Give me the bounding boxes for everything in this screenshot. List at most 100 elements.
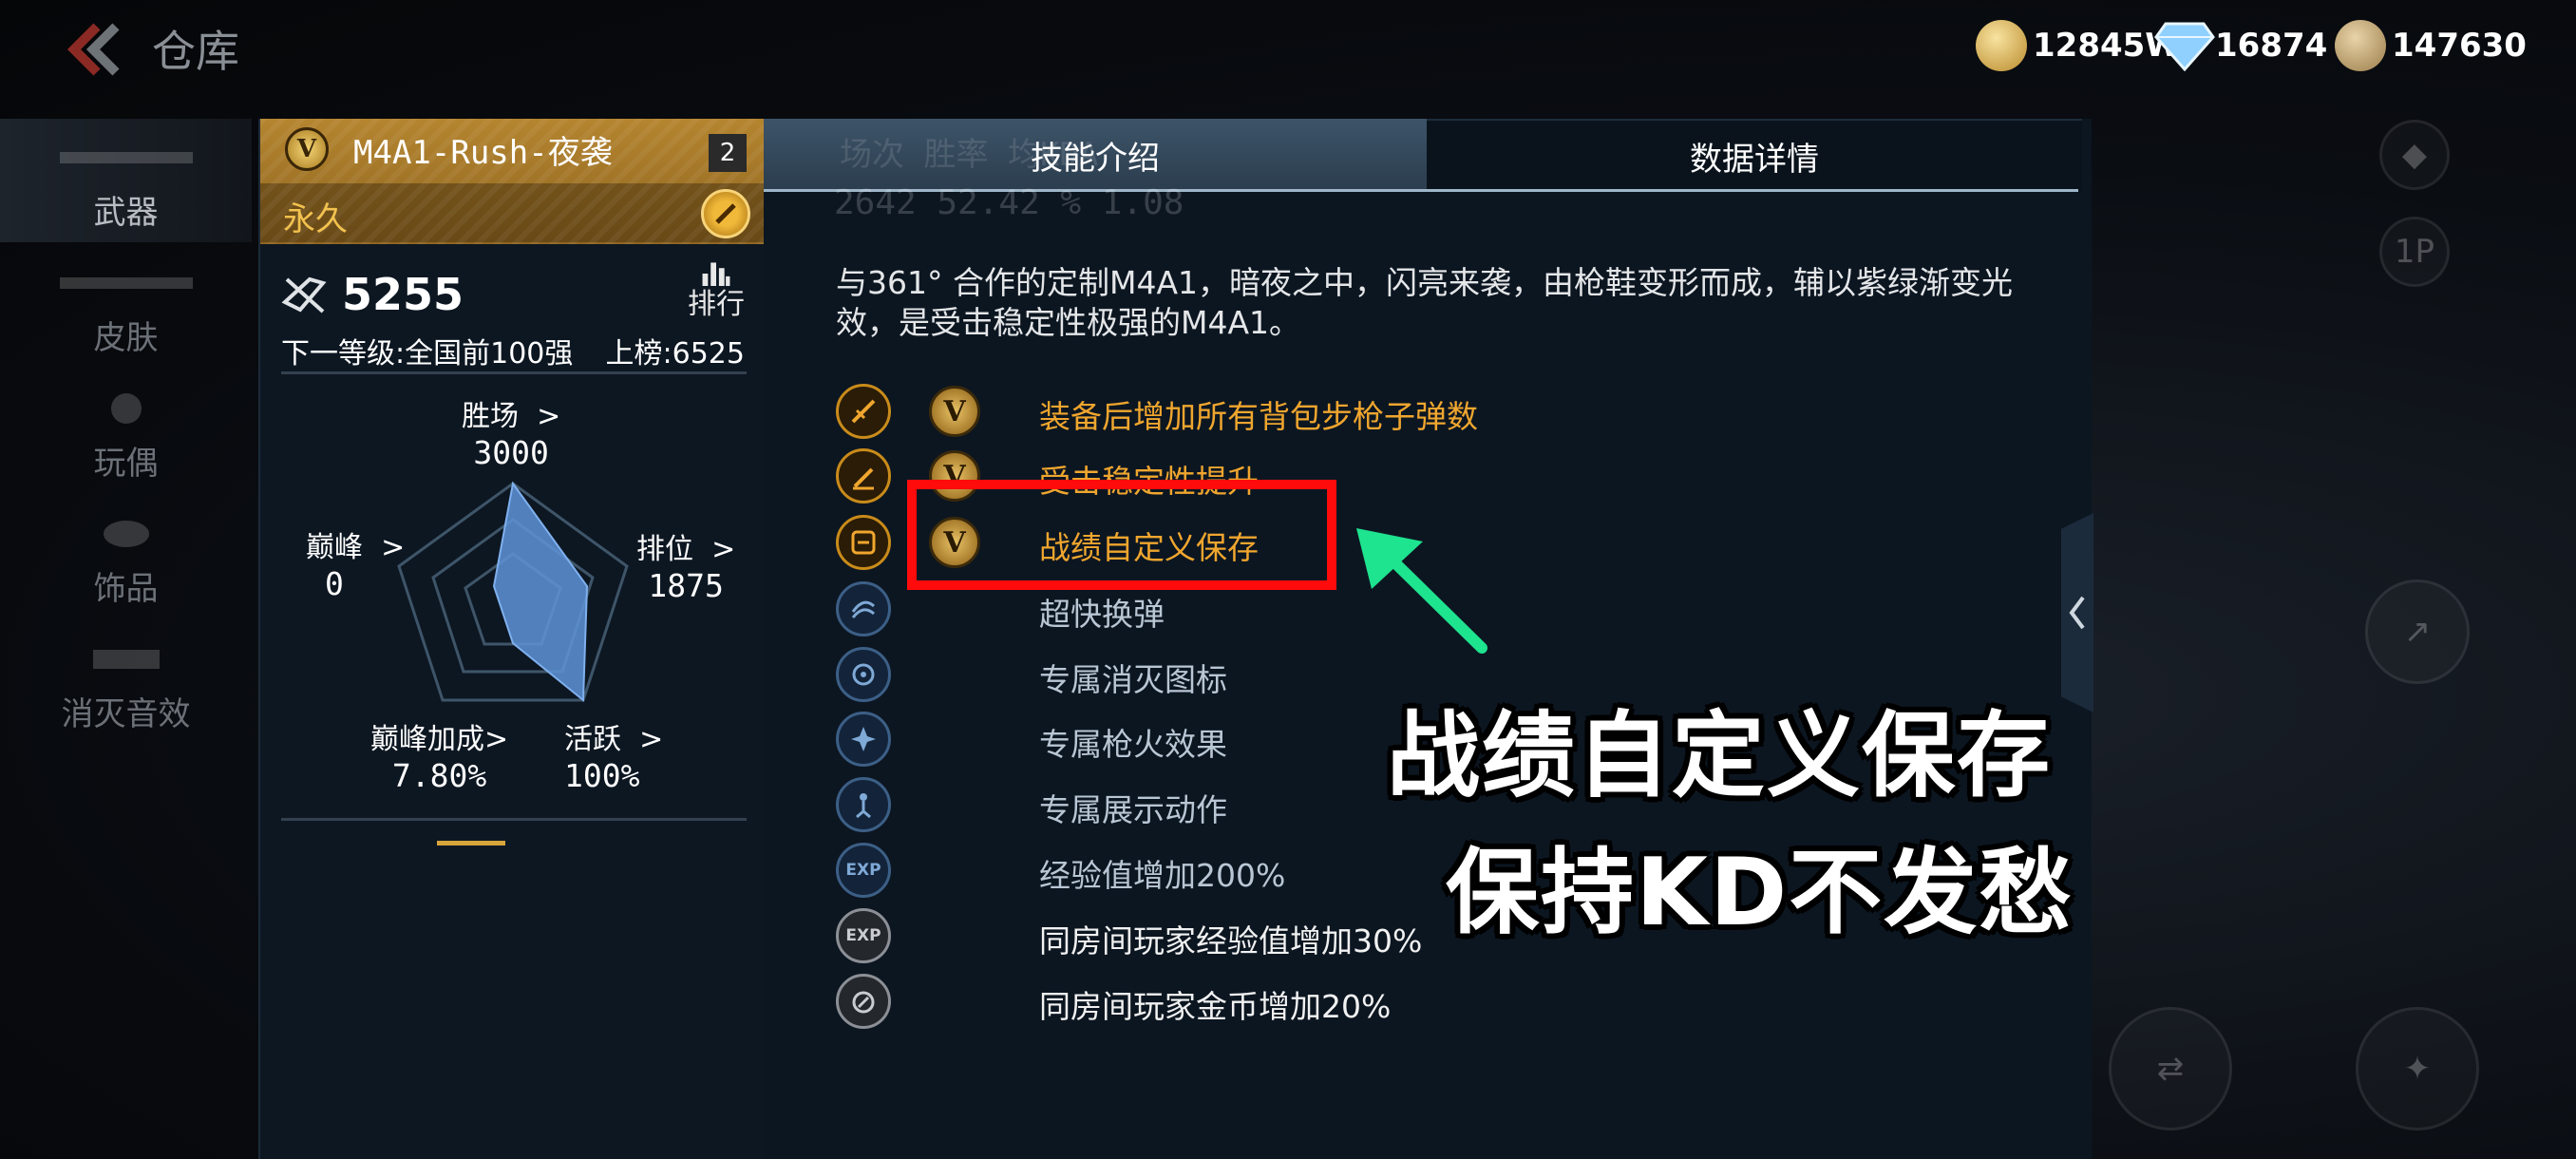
diamond-balance[interactable]: 16874 — [2154, 17, 2327, 74]
peak-bonus-label: 巅峰加成 — [370, 723, 484, 756]
coin-icon — [836, 974, 891, 1029]
skill-label: 同房间玩家金币增加20% — [1039, 988, 1392, 1025]
stats-radar — [397, 481, 629, 703]
swap-icon[interactable]: ⇄ — [2109, 1007, 2232, 1130]
nav-item-weapons[interactable]: 武器 — [0, 119, 252, 242]
ranked-value: 1875 — [648, 567, 724, 604]
nav-label: 武器 — [93, 194, 159, 232]
collapse-handle[interactable] — [2061, 513, 2093, 712]
diamond-icon — [2154, 22, 2215, 71]
view-toggle-button[interactable]: 1P — [2379, 217, 2450, 287]
stat-wins[interactable]: 胜场 > 3000 — [462, 392, 560, 471]
caption-line-2: 保持KD不发愁 — [1446, 839, 2074, 947]
faded-stat-values: 2642 52.42 % 1.08 — [834, 183, 1184, 222]
muzzle-flash-icon — [836, 712, 891, 767]
skill-row: 专属枪火效果 — [836, 710, 1227, 769]
accessory-icon — [103, 521, 149, 547]
skill-row: 专属展示动作 — [836, 775, 1227, 834]
nav-label: 玩偶 — [93, 445, 159, 483]
skill-label: 专属枪火效果 — [1039, 726, 1227, 763]
gold-balance[interactable]: 12845W — [1976, 17, 2181, 74]
token-icon — [2335, 20, 2386, 71]
active-label: 活跃 — [564, 723, 621, 756]
skin-icon — [59, 277, 193, 289]
exp-icon: EXP — [836, 843, 891, 898]
reload-icon — [836, 581, 891, 636]
peak-label: 巅峰 — [306, 531, 363, 564]
nav-label: 饰品 — [93, 570, 159, 608]
skill-row: V 战绩自定义保存 — [836, 513, 1259, 572]
skill-label: 专属展示动作 — [1039, 791, 1227, 828]
tab-bar: 场次 胜率 均KDA 技能介绍 数据详情 — [764, 119, 2092, 192]
medal-icon[interactable] — [701, 189, 750, 238]
back-button[interactable] — [59, 21, 125, 78]
v-rank-icon: V — [929, 386, 980, 437]
wins-value: 3000 — [473, 434, 549, 471]
weapon-switch-icon[interactable]: ✦ — [2356, 1007, 2479, 1130]
skill-label: 经验值增加200% — [1039, 857, 1286, 894]
tab-skill-label: 技能介绍 — [1031, 139, 1160, 178]
chevron-right-icon: > — [702, 533, 736, 566]
arrow-icon — [1356, 528, 1487, 654]
back-arrow-icon — [66, 23, 120, 76]
peak-value: 0 — [325, 565, 344, 602]
level-badge: 2 — [709, 134, 747, 172]
showcase-icon — [836, 777, 891, 832]
chevron-right-icon: > — [630, 723, 664, 756]
stat-peak-bonus[interactable]: 巅峰加成> 7.80% — [370, 715, 508, 794]
skill-row: EXP 经验值增加200% — [836, 841, 1285, 900]
skill-label: 超快换弹 — [1039, 596, 1165, 633]
page-indicator — [437, 841, 505, 846]
divider — [281, 818, 747, 821]
skill-label: 装备后增加所有背包步枪子弹数 — [1039, 398, 1478, 435]
exp-icon: EXP — [836, 908, 891, 963]
chevron-left-icon — [2069, 596, 2085, 630]
radar-fill — [492, 481, 589, 703]
skill-row: 超快换弹 — [836, 580, 1165, 638]
nav-item-accessories[interactable]: 饰品 — [0, 495, 252, 618]
caption-line-1: 战绩自定义保存 — [1387, 702, 2053, 810]
doll-icon — [110, 393, 142, 424]
weapon-name: M4A1-Rush-夜袭 — [353, 133, 613, 172]
gold-coin-icon — [1976, 20, 2027, 71]
nav-item-kill-sounds[interactable]: 消灭音效 — [0, 620, 252, 744]
weapon-card: V M4A1-Rush-夜袭 2 永久 5255 排行 下一等级:全国前100强… — [258, 119, 766, 1159]
skill-label: 同房间玩家经验值增加30% — [1039, 922, 1423, 960]
highlight-box — [907, 480, 1336, 590]
tab-data-details[interactable]: 数据详情 — [1427, 119, 2082, 191]
nav-label: 皮肤 — [93, 319, 159, 357]
category-nav: 武器 皮肤 玩偶 饰品 消灭音效 — [0, 119, 252, 765]
gesture-icon[interactable]: ↗ — [2365, 580, 2470, 684]
chevron-right-icon: > — [527, 400, 561, 433]
sound-icon — [92, 650, 160, 669]
nav-label: 消灭音效 — [61, 695, 191, 733]
skill-row: V 装备后增加所有背包步枪子弹数 — [836, 382, 1478, 441]
stat-peak[interactable]: 巅峰 > 0 — [306, 523, 405, 602]
settings-icon[interactable]: ◆ — [2379, 120, 2450, 190]
skill-row: EXP 同房间玩家经验值增加30% — [836, 906, 1422, 965]
stat-ranked[interactable]: 排位 > 1875 — [636, 525, 735, 604]
wins-label: 胜场 — [462, 400, 519, 433]
nav-item-skins[interactable]: 皮肤 — [0, 244, 252, 368]
save-record-icon — [836, 515, 891, 570]
token-balance[interactable]: 147630 — [2335, 17, 2527, 74]
peak-bonus-value: 7.80% — [391, 757, 487, 794]
v-rank-icon: V — [285, 127, 329, 171]
active-value: 100% — [564, 757, 640, 794]
nav-item-dolls[interactable]: 玩偶 — [0, 370, 252, 493]
page-title: 仓库 — [152, 26, 239, 77]
rifle-icon — [59, 152, 193, 163]
stat-active[interactable]: 活跃 > 100% — [564, 715, 663, 794]
ammo-icon — [836, 384, 891, 439]
chevron-right-icon: > — [484, 723, 509, 756]
kill-icon-badge — [836, 647, 891, 702]
diamond-amount: 16874 — [2215, 27, 2328, 65]
token-amount: 147630 — [2392, 27, 2527, 65]
skill-row: V 受击稳定性提升 — [836, 446, 1259, 505]
ranked-label: 排位 — [636, 533, 693, 566]
top-bar: 仓库 12845W 16874 147630 — [0, 0, 2576, 95]
tab-skill-intro[interactable]: 场次 胜率 均KDA 技能介绍 — [764, 119, 1427, 191]
chevron-right-icon: > — [371, 531, 406, 564]
skill-row: 同房间玩家金币增加20% — [836, 972, 1391, 1031]
duration-label: 永久 — [283, 200, 348, 238]
